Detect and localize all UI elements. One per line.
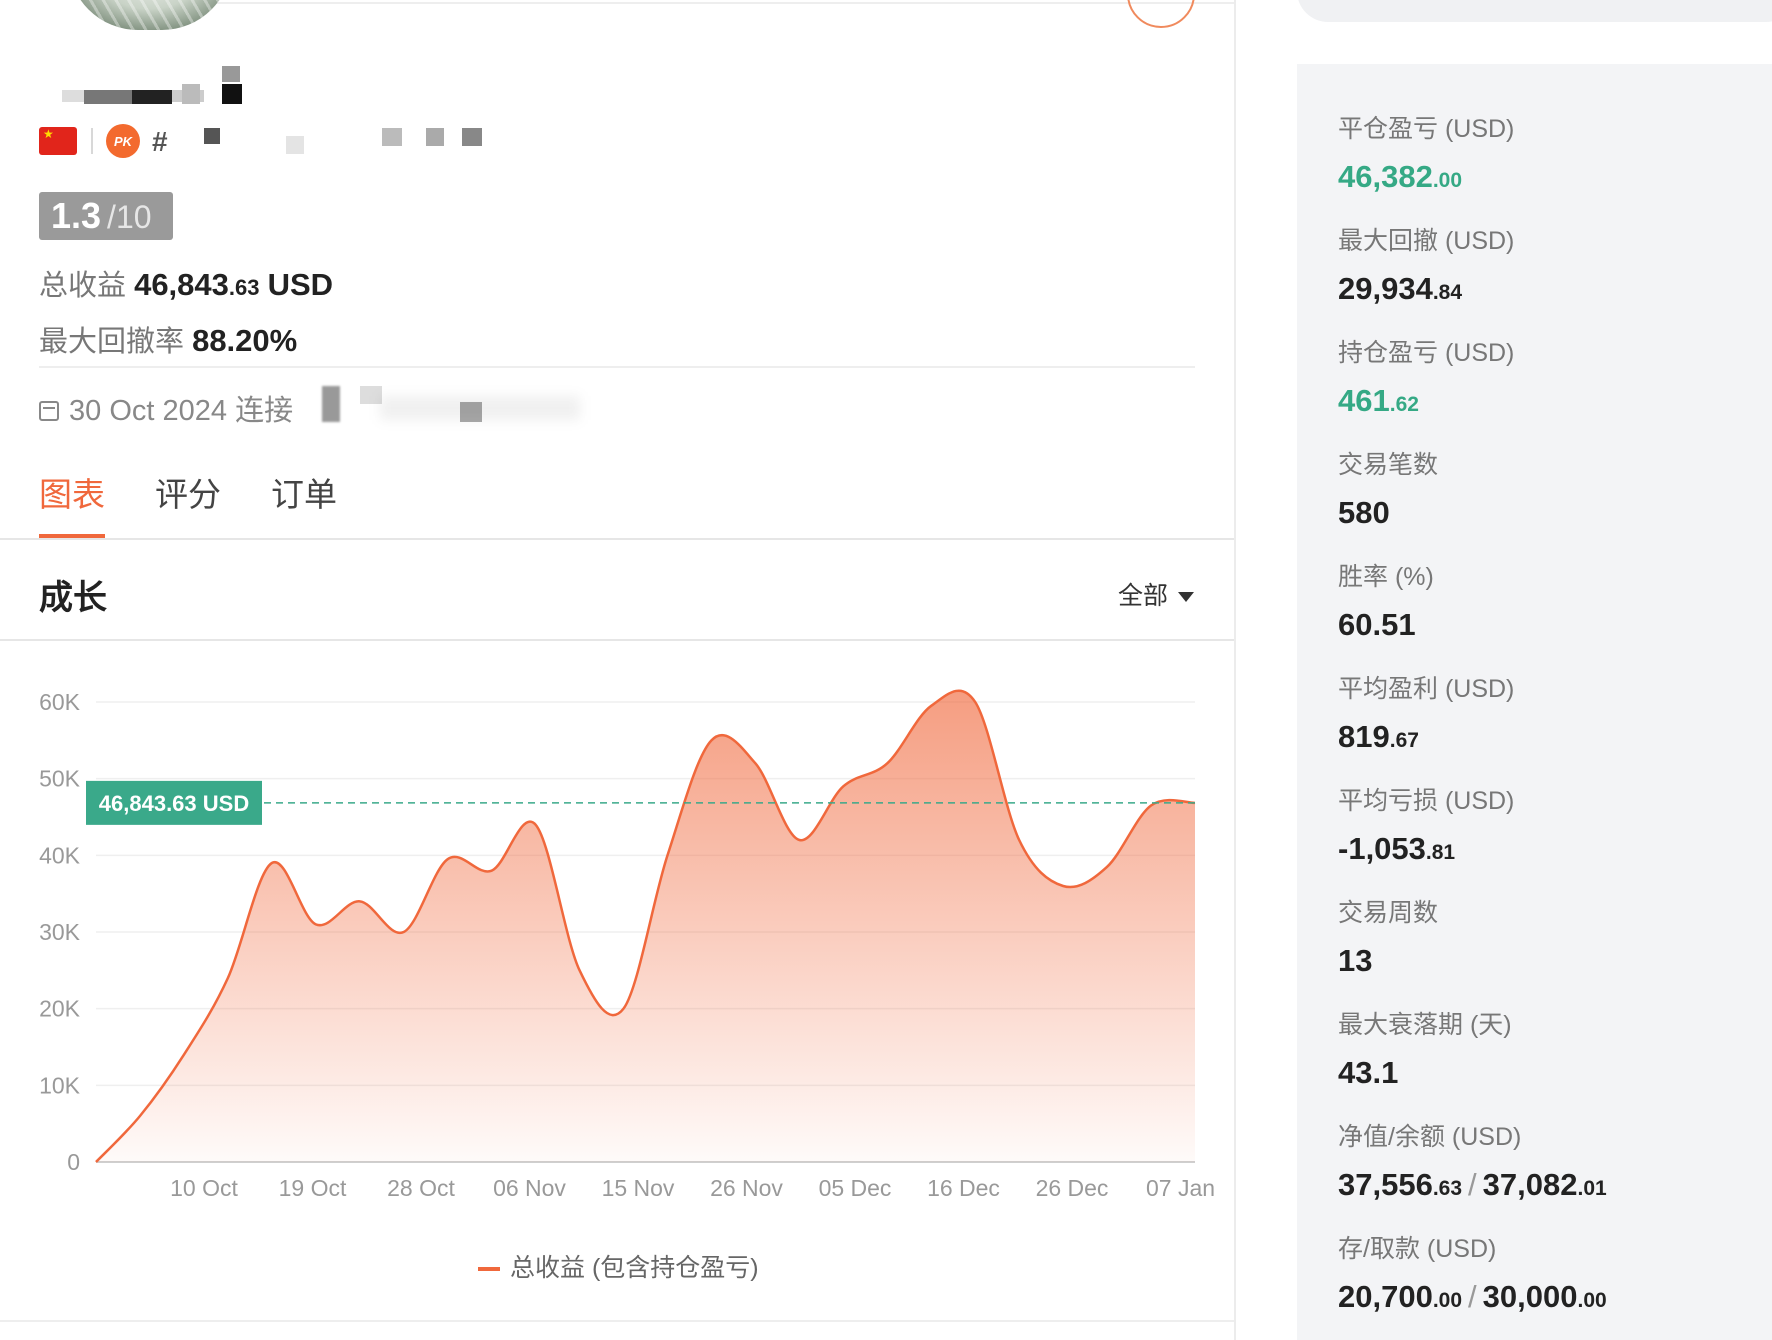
metric-value: 60.51 [1338, 607, 1416, 642]
x-tick-label: 26 Dec [1036, 1175, 1109, 1201]
metric-max-drawdown: 最大回撤 (USD) 29,934.84 [1338, 221, 1514, 307]
connected-since: 30 Oct 2024 连接 [39, 387, 293, 429]
divider [0, 1320, 1234, 1322]
range-select-value: 全部 [1118, 582, 1169, 610]
username-redacted [62, 66, 272, 106]
metric-closed-pnl: 平仓盈亏 (USD) 46,382.00 [1338, 109, 1514, 195]
score-badge: 1.3/10 [39, 192, 173, 240]
calendar-icon [39, 401, 59, 421]
divider [0, 639, 1234, 641]
total-profit-dec: .63 [228, 275, 260, 300]
x-tick-label: 15 Nov [602, 1175, 675, 1201]
avatar[interactable] [68, 0, 232, 30]
metrics-panel: 平仓盈亏 (USD) 46,382.00 最大回撤 (USD) 29,934.8… [1297, 64, 1772, 1340]
divider [0, 538, 1234, 540]
metric-value: 37,556.63/37,082.01 [1338, 1167, 1607, 1202]
connected-date: 30 Oct 2024 [69, 395, 227, 427]
score-max: /10 [107, 199, 152, 235]
metric-label: 交易周数 [1338, 899, 1439, 927]
range-select[interactable]: 全部 [1118, 576, 1195, 612]
metric-label: 平均盈利 (USD) [1338, 675, 1515, 703]
y-tick-label: 0 [67, 1149, 80, 1175]
rank-redacted [176, 128, 496, 160]
metric-avg-profit: 平均盈利 (USD) 819.67 [1338, 669, 1514, 755]
metric-value: 20,700.00/30,000.00 [1338, 1279, 1607, 1314]
y-tick-label: 30K [39, 919, 81, 945]
y-tick-label: 20K [39, 996, 81, 1022]
growth-area [96, 690, 1195, 1162]
metric-label: 平仓盈亏 (USD) [1338, 115, 1515, 143]
metric-label: 胜率 (%) [1338, 563, 1434, 591]
max-drawdown-rate-value: 88.20% [192, 323, 298, 358]
metric-value: -1,053.81 [1338, 831, 1456, 866]
current-value-label: 46,843.63 USD [99, 791, 249, 816]
max-drawdown-rate: 最大回撤率 88.20% [39, 318, 297, 360]
total-profit: 总收益 46,843.63 USD [39, 262, 333, 304]
rank-label: # [152, 126, 168, 157]
y-tick-label: 50K [39, 766, 81, 792]
total-profit-int: 46,843 [134, 267, 229, 302]
metric-label: 平均亏损 (USD) [1338, 787, 1515, 815]
metric-value: 13 [1338, 943, 1373, 978]
score-value: 1.3 [51, 195, 102, 236]
growth-title: 成长 [39, 579, 107, 617]
metric-value: 43.1 [1338, 1055, 1399, 1090]
settings-icon[interactable] [1127, 0, 1195, 28]
tab-chart[interactable]: 图表 [39, 468, 105, 516]
x-tick-label: 28 Oct [387, 1175, 455, 1201]
metric-value: 29,934.84 [1338, 271, 1463, 306]
connected-label: 连接 [235, 395, 294, 427]
metric-label: 存/取款 (USD) [1338, 1235, 1497, 1263]
search-bar[interactable] [1297, 0, 1772, 22]
x-tick-label: 26 Nov [710, 1175, 783, 1201]
metric-equity-balance: 净值/余额 (USD) 37,556.63/37,082.01 [1338, 1117, 1607, 1203]
metric-label: 净值/余额 (USD) [1338, 1123, 1522, 1151]
metric-label: 最大回撤 (USD) [1338, 227, 1515, 255]
x-tick-label: 07 Jan [1146, 1175, 1215, 1201]
metric-max-decline-period: 最大衰落期 (天) 43.1 [1338, 1005, 1512, 1091]
metric-label: 交易笔数 [1338, 451, 1439, 479]
pk-icon: PK [106, 124, 140, 158]
metric-value: 580 [1338, 495, 1390, 530]
metric-open-pnl: 持仓盈亏 (USD) 461.62 [1338, 333, 1514, 419]
metric-value: 46,382.00 [1338, 159, 1463, 194]
x-tick-label: 16 Dec [927, 1175, 1000, 1201]
tab-orders[interactable]: 订单 [271, 468, 337, 516]
max-drawdown-rate-label: 最大回撤率 [39, 326, 185, 358]
legend-swatch [478, 1267, 500, 1272]
x-tick-label: 19 Oct [279, 1175, 347, 1201]
chevron-down-icon [1178, 592, 1195, 602]
x-tick-label: 06 Nov [493, 1175, 566, 1201]
metric-trade-count: 交易笔数 580 [1338, 445, 1438, 531]
tab-rating[interactable]: 评分 [155, 468, 221, 516]
legend-label: 总收益 (包含持仓盈亏) [510, 1254, 759, 1282]
metric-value: 461.62 [1338, 383, 1419, 418]
y-tick-label: 40K [39, 842, 81, 868]
divider [39, 366, 1195, 368]
chart-legend[interactable]: 总收益 (包含持仓盈亏) [478, 1248, 759, 1284]
top-divider [178, 2, 1234, 4]
metric-deposit-withdrawal: 存/取款 (USD) 20,700.00/30,000.00 [1338, 1229, 1607, 1315]
connected-redacted [320, 386, 580, 426]
metric-value: 819.67 [1338, 719, 1419, 754]
metric-label: 持仓盈亏 (USD) [1338, 339, 1515, 367]
y-tick-label: 10K [39, 1072, 81, 1098]
metric-label: 最大衰落期 (天) [1338, 1011, 1512, 1039]
country-flag-icon: ★ [39, 127, 77, 155]
growth-chart: 0 10K 20K 30K 40K 50K 60K 10 Oct 19 Oct 28 Oct 06 … [39, 689, 1215, 1201]
total-profit-label: 总收益 [39, 270, 127, 302]
x-tick-label: 10 Oct [170, 1175, 238, 1201]
trader-profile-panel: ★ PK # 1.3/10 总收益 46,843.63 USD 最大回撤率 88… [0, 0, 1236, 1340]
divider [91, 128, 93, 154]
metric-avg-loss: 平均亏损 (USD) -1,053.81 [1338, 781, 1514, 867]
y-tick-label: 60K [39, 689, 81, 715]
x-tick-label: 05 Dec [819, 1175, 892, 1201]
total-profit-unit: USD [267, 267, 334, 302]
metric-win-rate: 胜率 (%) 60.51 [1338, 557, 1434, 643]
metric-trading-weeks: 交易周数 13 [1338, 893, 1438, 979]
